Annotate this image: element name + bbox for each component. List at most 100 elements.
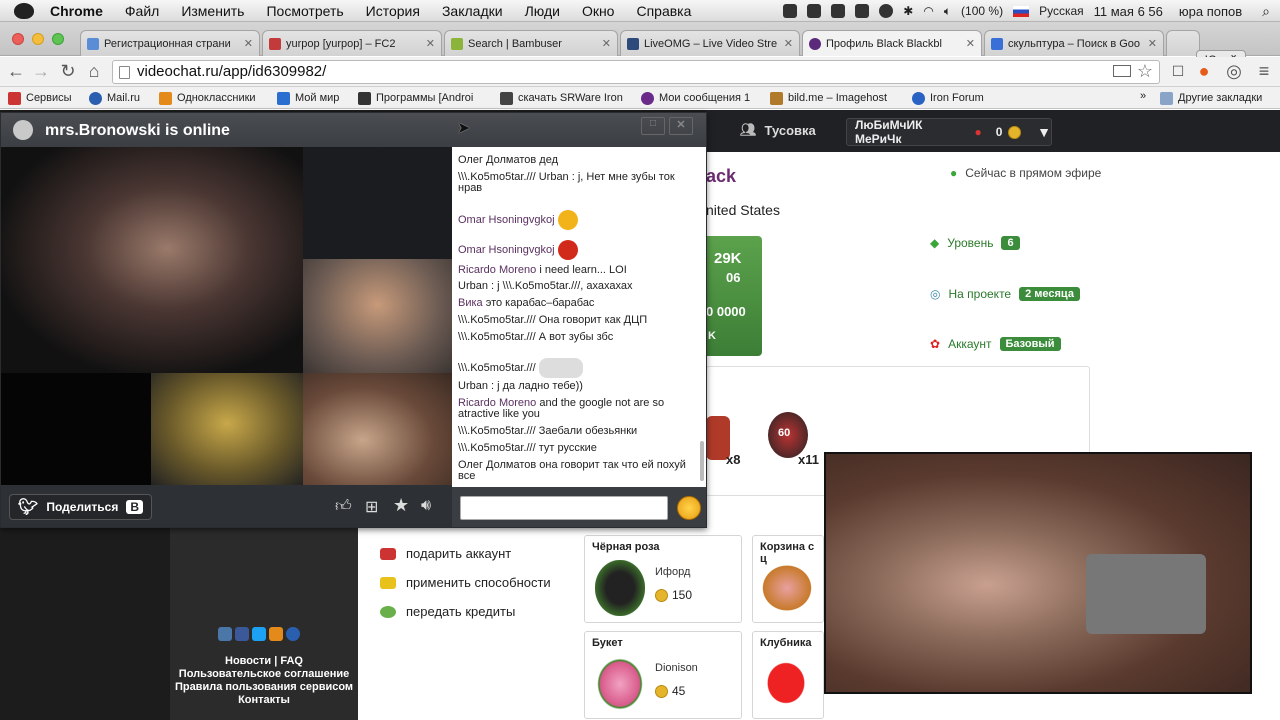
share-button[interactable]: 🐦︎ Поделиться B xyxy=(9,494,153,520)
extension-icon-3[interactable]: ◎ xyxy=(1224,62,1244,82)
chat-message: Ricardo Moreno and the google not are so… xyxy=(458,397,665,420)
ok-icon[interactable] xyxy=(269,627,283,641)
like-icon[interactable]: 👍︎ xyxy=(335,497,352,516)
apple-icon[interactable] xyxy=(14,2,34,19)
video-main[interactable] xyxy=(1,147,303,373)
chat-titlebar[interactable]: mrs.Bronowski is online □ ✕ xyxy=(1,113,706,147)
close-tab-icon[interactable]: ✕ xyxy=(1148,37,1157,50)
menu-app[interactable]: Chrome xyxy=(50,3,103,19)
rules-link[interactable]: Правила пользования сервисом xyxy=(170,681,358,694)
menu-view[interactable]: Посмотреть xyxy=(266,3,343,19)
dropdown-icon[interactable]: ▼ xyxy=(1037,124,1051,140)
action-apply-abilities[interactable]: применить способности xyxy=(380,575,551,590)
bookmark-ok[interactable]: Одноклассники xyxy=(159,90,256,106)
time-machine-icon[interactable] xyxy=(879,4,894,18)
battery-status[interactable]: (100 %) xyxy=(961,4,1003,18)
tab-1[interactable]: Регистрационная страни ✕ xyxy=(80,30,260,56)
bookmark-mymir[interactable]: Мой мир xyxy=(277,90,339,106)
contacts-link[interactable]: Контакты xyxy=(170,694,358,707)
input-source[interactable]: Русская xyxy=(1039,4,1084,18)
back-icon[interactable]: ← xyxy=(6,62,26,82)
menu-help[interactable]: Справка xyxy=(636,3,691,19)
tab-6[interactable]: скульптура – Поиск в Goo ✕ xyxy=(984,30,1164,56)
action-gift-account[interactable]: подарить аккаунт xyxy=(380,546,511,561)
new-tab-button[interactable] xyxy=(1166,30,1200,56)
close-window-button[interactable] xyxy=(12,33,24,45)
video-user-3[interactable] xyxy=(151,373,303,485)
bookmark-other[interactable]: Другие закладки xyxy=(1160,90,1262,106)
forward-icon[interactable]: → xyxy=(31,62,51,82)
status-icon-1[interactable] xyxy=(783,4,798,18)
twitter-icon[interactable] xyxy=(252,627,266,641)
minimize-window-button[interactable] xyxy=(32,33,44,45)
bell-icon[interactable] xyxy=(831,4,846,18)
close-icon[interactable]: ✕ xyxy=(669,117,693,135)
volume-icon[interactable]: 🔊︎ xyxy=(421,497,431,515)
close-tab-icon[interactable]: ✕ xyxy=(784,37,793,50)
tusovka-link[interactable]: 👥︎ Тусовка xyxy=(740,122,816,138)
self-video-overlay[interactable] xyxy=(824,452,1252,694)
video-user-2[interactable] xyxy=(303,259,452,373)
tab-5-active[interactable]: Профиль Black Blackbl ✕ xyxy=(802,30,982,56)
vk-icon[interactable] xyxy=(218,627,232,641)
news-link[interactable]: Новости xyxy=(225,655,271,667)
volume-icon[interactable]: 🔈︎ xyxy=(944,4,951,19)
star-icon[interactable]: ☆ xyxy=(1137,60,1153,82)
video-user-4[interactable] xyxy=(303,373,452,485)
bookmark-ironforum[interactable]: Iron Forum xyxy=(912,90,984,106)
mail-icon[interactable] xyxy=(286,627,300,641)
menu-edit[interactable]: Изменить xyxy=(181,3,244,19)
chat-input[interactable] xyxy=(460,496,668,520)
zoom-window-button[interactable] xyxy=(52,33,64,45)
menu-history[interactable]: История xyxy=(366,3,420,19)
gift-card[interactable]: Корзина с ц xyxy=(752,535,824,623)
cast-icon[interactable] xyxy=(1113,65,1131,77)
menu-icon[interactable]: ≡ xyxy=(1254,62,1274,82)
bookmark-bildme[interactable]: bild.me – Imagehost xyxy=(770,90,887,106)
gift-card[interactable]: Чёрная роза Ифорд 150 xyxy=(584,535,742,623)
tab-2[interactable]: yurpop [yurpop] – FC2 ✕ xyxy=(262,30,442,56)
user-box[interactable]: ЛюБиМчИК МеРиЧк ● 0 ▼ xyxy=(846,118,1052,146)
address-bar[interactable]: videochat.ru/app/id6309982/ ☆ xyxy=(112,60,1160,84)
extension-icon-2[interactable]: ● xyxy=(1194,62,1214,82)
menu-people[interactable]: Люди xyxy=(525,3,560,19)
bookmark-messages[interactable]: Мои сообщения 1 xyxy=(641,90,750,106)
tab-3[interactable]: Search | Bambuser ✕ xyxy=(444,30,618,56)
maximize-icon[interactable]: □ xyxy=(641,117,665,135)
bluetooth-icon[interactable]: ✱ xyxy=(903,4,913,18)
clock[interactable]: 11 мая 6 56 xyxy=(1094,4,1163,19)
extension-icon-1[interactable]: ☐ xyxy=(1168,62,1188,82)
status-icon-2[interactable] xyxy=(807,4,822,18)
menu-file[interactable]: Файл xyxy=(125,3,159,19)
bookmark-srware[interactable]: скачать SRWare Iron xyxy=(500,90,623,106)
gift-card[interactable]: Букет Dionison 45 xyxy=(584,631,742,719)
close-tab-icon[interactable]: ✕ xyxy=(426,37,435,50)
wifi-icon[interactable]: ◠ xyxy=(923,4,933,18)
bookmark-services[interactable]: Сервисы xyxy=(8,90,72,106)
user-agreement-link[interactable]: Пользовательское соглашение xyxy=(170,668,358,681)
tab-4[interactable]: LiveOMG – Live Video Stre ✕ xyxy=(620,30,800,56)
gift-icon[interactable]: ⊞ xyxy=(365,497,378,517)
menu-window[interactable]: Окно xyxy=(582,3,615,19)
star-icon[interactable]: ★ xyxy=(393,495,409,516)
leaf-icon: ◆ xyxy=(930,236,940,250)
bookmark-programs[interactable]: Программы [Androi xyxy=(358,90,486,106)
gift-card[interactable]: Клубника xyxy=(752,631,824,719)
bookmark-mailru[interactable]: Mail.ru xyxy=(89,90,140,106)
chat-scrollbar[interactable] xyxy=(700,441,704,481)
close-tab-icon[interactable]: ✕ xyxy=(602,37,611,50)
upload-icon[interactable] xyxy=(855,4,870,18)
menu-bookmarks[interactable]: Закладки xyxy=(442,3,503,19)
close-tab-icon[interactable]: ✕ xyxy=(966,37,975,50)
chat-message: \\\.Ko5mo5tar./// xyxy=(458,351,700,379)
action-transfer-credits[interactable]: передать кредиты xyxy=(380,604,515,619)
user-menu[interactable]: юра попов xyxy=(1179,4,1242,19)
reload-icon[interactable]: ↻ xyxy=(58,62,78,82)
home-icon[interactable]: ⌂ xyxy=(84,62,104,82)
bookmarks-overflow-icon[interactable]: » xyxy=(1140,90,1146,102)
spotlight-icon[interactable]: ⌕ xyxy=(1262,3,1270,20)
facebook-icon[interactable] xyxy=(235,627,249,641)
close-tab-icon[interactable]: ✕ xyxy=(244,37,253,50)
faq-link[interactable]: FAQ xyxy=(280,655,303,667)
emoji-picker-button[interactable] xyxy=(677,496,701,520)
